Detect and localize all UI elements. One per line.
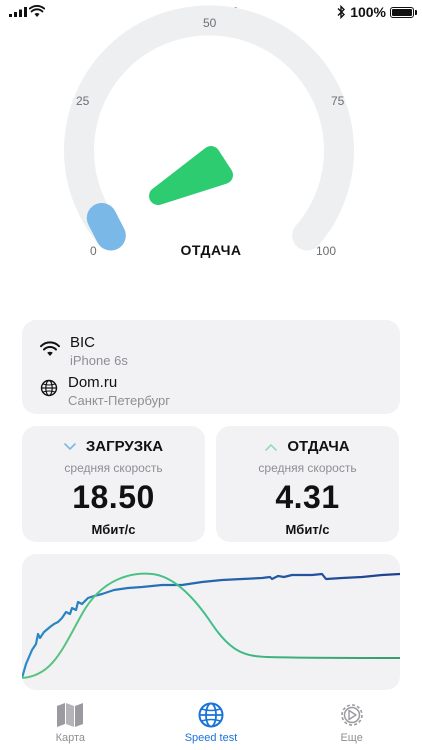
download-header: ЗАГРУЗКА bbox=[22, 438, 205, 455]
wifi-icon bbox=[40, 341, 60, 356]
provider-row: Dom.ru Санкт-Петербург bbox=[40, 374, 170, 408]
map-icon bbox=[57, 703, 84, 727]
tab-more[interactable]: Еще bbox=[302, 700, 402, 750]
upload-title: ОТДАЧА bbox=[287, 438, 350, 455]
upload-header: ОТДАЧА bbox=[216, 438, 399, 455]
upload-series-line bbox=[22, 572, 400, 679]
speed-history-chart bbox=[22, 554, 400, 690]
chevron-down-icon bbox=[64, 442, 76, 450]
gear-icon bbox=[340, 704, 363, 726]
upload-caption: средняя скорость bbox=[258, 461, 357, 475]
tab-map[interactable]: Карта bbox=[20, 700, 120, 750]
download-title: ЗАГРУЗКА bbox=[85, 438, 164, 455]
download-stat-card: ЗАГРУЗКА средняя скорость 18.50 Мбит/с bbox=[22, 426, 205, 542]
tab-speed-test[interactable]: Speed test bbox=[161, 700, 261, 750]
tab-bar: Карта Speed test Еще bbox=[0, 700, 422, 750]
upload-unit: Мбит/с bbox=[285, 522, 330, 537]
gauge-mode-label: ОТДАЧА bbox=[180, 242, 242, 258]
device-name: iPhone 6s bbox=[70, 353, 128, 368]
tab-more-label: Еще bbox=[340, 732, 363, 744]
tab-map-label: Карта bbox=[55, 732, 86, 744]
gauge-tick-25: 25 bbox=[76, 94, 90, 108]
network-info-card: BIC iPhone 6s Dom.ru Санкт-Петербург bbox=[22, 320, 400, 414]
gauge-track bbox=[64, 5, 354, 251]
download-caption: средняя скорость bbox=[64, 461, 163, 475]
gauge-tick-50: 50 bbox=[203, 16, 217, 30]
wifi-row: BIC iPhone 6s bbox=[40, 334, 128, 368]
upload-stat-card: ОТДАЧА средняя скорость 4.31 Мбит/с bbox=[216, 426, 399, 542]
provider-name: Dom.ru bbox=[68, 374, 118, 391]
download-unit: Мбит/с bbox=[91, 522, 136, 537]
globe-small-icon bbox=[40, 379, 58, 397]
speed-gauge: 0 25 50 75 100 ОТДАЧА bbox=[0, 0, 422, 300]
wifi-name: BIC bbox=[70, 334, 96, 351]
gauge-progress bbox=[86, 203, 126, 251]
tab-speed-test-label: Speed test bbox=[184, 732, 238, 744]
gauge-tick-75: 75 bbox=[331, 94, 345, 108]
download-series-line bbox=[22, 572, 400, 679]
download-value: 18.50 bbox=[72, 479, 155, 515]
upload-value: 4.31 bbox=[275, 479, 340, 515]
globe-icon bbox=[198, 702, 224, 728]
chevron-up-icon bbox=[265, 443, 278, 451]
city-name: Санкт-Петербург bbox=[68, 393, 170, 408]
gauge-needle bbox=[149, 146, 233, 205]
speed-history-graphic bbox=[22, 572, 400, 679]
